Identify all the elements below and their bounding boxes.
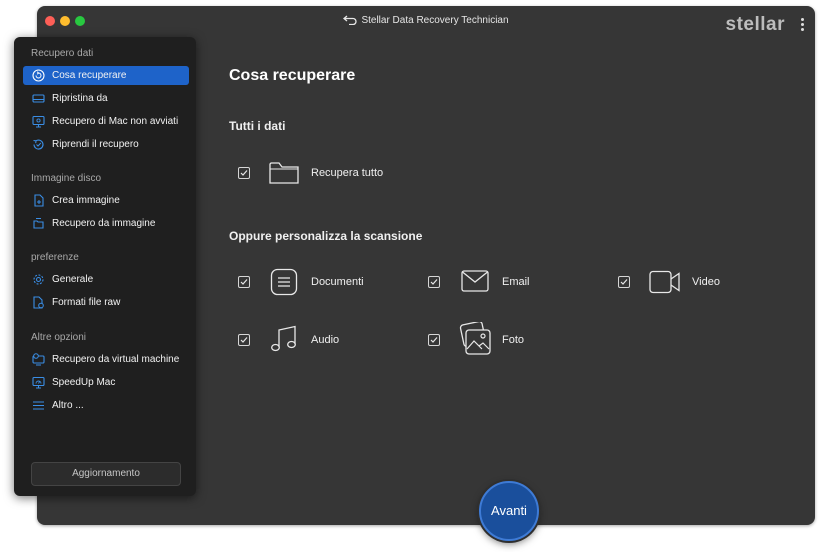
recover-all-label[interactable]: Recupera tutto xyxy=(311,167,383,179)
next-button[interactable]: Avanti xyxy=(479,481,539,541)
drive-icon xyxy=(32,94,45,103)
create-image-icon xyxy=(34,194,44,207)
audio-label[interactable]: Audio xyxy=(311,334,339,346)
sidebar-item-virtual-machine[interactable]: Recupero da virtual machine xyxy=(23,350,189,369)
update-button[interactable]: Aggiornamento xyxy=(31,462,181,486)
audio-checkbox[interactable] xyxy=(238,334,250,346)
resume-icon xyxy=(33,139,44,150)
photo-checkbox[interactable] xyxy=(428,334,440,346)
documents-checkbox[interactable] xyxy=(238,276,250,288)
monitor-icon xyxy=(32,115,45,128)
sidebar-item-speedup-mac[interactable]: SpeedUp Mac xyxy=(23,373,189,392)
email-icon xyxy=(461,270,489,292)
sidebar-item-resume-recovery[interactable]: Riprendi il recupero xyxy=(23,135,189,154)
documents-label[interactable]: Documenti xyxy=(311,276,364,288)
sidebar-item-more[interactable]: Altro ... xyxy=(23,396,189,415)
sidebar-item-label: Crea immagine xyxy=(52,195,120,206)
page-title: Cosa recuperare xyxy=(229,67,356,84)
more-options-icon[interactable] xyxy=(801,18,804,33)
video-label[interactable]: Video xyxy=(692,276,720,288)
photo-icon xyxy=(459,322,491,355)
section-heading-preferences: preferenze xyxy=(31,252,79,263)
sidebar-item-label: Riprendi il recupero xyxy=(52,139,139,150)
video-checkbox[interactable] xyxy=(618,276,630,288)
gear-icon xyxy=(33,274,44,285)
section-heading-disk-image: Immagine disco xyxy=(31,173,102,184)
sidebar-item-what-to-recover[interactable]: Cosa recuperare xyxy=(23,66,189,85)
recover-icon xyxy=(32,69,45,82)
audio-icon xyxy=(271,325,296,352)
section-heading-data-recovery: Recupero dati xyxy=(31,48,94,59)
section-heading-other-options: Altre opzioni xyxy=(31,332,87,343)
sidebar-item-label: SpeedUp Mac xyxy=(52,377,116,388)
sidebar-item-recover-from-image[interactable]: Recupero da immagine xyxy=(23,214,189,233)
sidebar-item-restore-from[interactable]: Ripristina da xyxy=(23,89,189,108)
custom-scan-heading: Oppure personalizza la scansione xyxy=(229,229,423,243)
sidebar: Recupero dati Cosa recuperare Ripristina… xyxy=(14,37,196,496)
raw-file-icon xyxy=(33,296,44,309)
speedup-icon xyxy=(32,376,45,389)
photo-label[interactable]: Foto xyxy=(502,334,524,346)
all-data-heading: Tutti i dati xyxy=(229,119,286,133)
brand-logo: stellar xyxy=(725,14,785,35)
sidebar-item-label: Altro ... xyxy=(52,400,84,411)
document-icon xyxy=(270,268,298,296)
window-title-area: Stellar Data Recovery Technician xyxy=(37,15,815,26)
email-label[interactable]: Email xyxy=(502,276,530,288)
sidebar-item-raw-formats[interactable]: Formati file raw xyxy=(23,293,189,312)
recover-all-checkbox[interactable] xyxy=(238,167,250,179)
sidebar-item-create-image[interactable]: Crea immagine xyxy=(23,191,189,210)
title-bar: Stellar Data Recovery Technician stellar xyxy=(37,6,815,36)
email-checkbox[interactable] xyxy=(428,276,440,288)
virtual-machine-icon xyxy=(32,353,45,366)
sidebar-item-label: Recupero da immagine xyxy=(52,218,156,229)
window-title: Stellar Data Recovery Technician xyxy=(361,15,509,26)
sidebar-item-general[interactable]: Generale xyxy=(23,270,189,289)
video-icon xyxy=(649,270,680,294)
back-arrow-icon[interactable] xyxy=(343,15,358,26)
folder-icon xyxy=(269,162,299,184)
more-icon xyxy=(33,401,44,410)
image-recovery-icon xyxy=(33,218,44,229)
sidebar-item-label: Recupero da virtual machine xyxy=(52,354,180,365)
sidebar-item-label: Recupero di Mac non avviati xyxy=(52,116,179,127)
sidebar-item-label: Formati file raw xyxy=(52,297,121,308)
sidebar-item-unbootable-mac[interactable]: Recupero di Mac non avviati xyxy=(23,112,189,131)
sidebar-item-label: Generale xyxy=(52,274,94,285)
sidebar-item-label: Ripristina da xyxy=(52,93,108,104)
sidebar-item-label: Cosa recuperare xyxy=(52,70,127,81)
